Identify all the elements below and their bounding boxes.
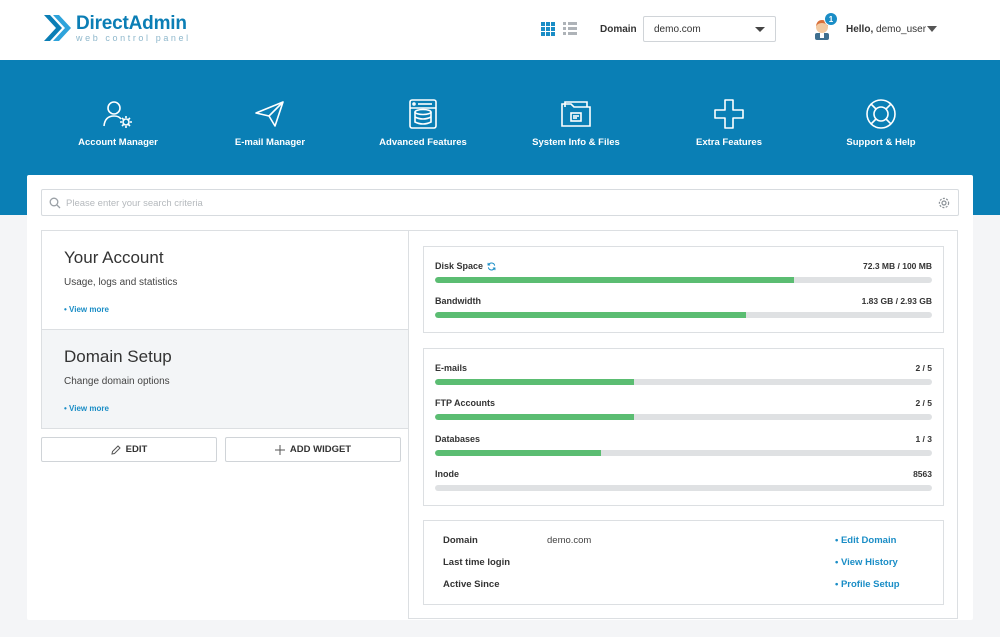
info-key: Last time login (443, 557, 511, 568)
view-history-link[interactable]: • View History (835, 557, 898, 568)
pencil-icon (111, 444, 121, 455)
menu-support-help[interactable]: Support & Help (806, 98, 956, 148)
menu-account-manager[interactable]: Account Manager (43, 98, 193, 148)
add-widget-button-label: ADD WIDGET (289, 444, 352, 455)
search-icon (49, 197, 61, 209)
directadmin-logo-icon (44, 15, 71, 41)
info-value: demo.com (547, 535, 592, 546)
logo[interactable]: DirectAdmin web control panel (42, 13, 191, 43)
stat-label: FTP Accounts (435, 398, 496, 408)
chevron-down-icon[interactable] (927, 26, 937, 32)
limits-box: E-mails 2 / 5 FTP Accounts 2 / 5 Databas… (423, 348, 944, 506)
notification-badge[interactable]: 1 (824, 12, 838, 26)
usage-box: Disk Space 72.3 MB / 100 MB Bandwidth 1.… (423, 246, 944, 333)
top-bar: DirectAdmin web control panel Domain dem… (0, 0, 1000, 60)
stat-value: 1 / 3 (915, 434, 932, 444)
refresh-icon[interactable] (487, 262, 496, 271)
progress-bar (435, 414, 932, 420)
progress-fill (435, 379, 634, 385)
stat-label: Bandwidth (435, 296, 481, 306)
domain-select[interactable]: demo.com (643, 16, 776, 42)
brand-title: DirectAdmin (76, 12, 187, 34)
widget-domain-setup[interactable]: Domain Setup Change domain options • Vie… (42, 329, 408, 428)
progress-fill (435, 312, 746, 318)
stat-label: E-mails (435, 363, 468, 373)
user-menu[interactable]: Hello, demo_user (846, 24, 926, 35)
progress-bar (435, 379, 932, 385)
domain-info-box: Domain demo.com • Edit Domain Last time … (423, 520, 944, 605)
stat-value: 8563 (913, 469, 932, 479)
stat-value: 2 / 5 (915, 398, 932, 408)
progress-fill (435, 277, 795, 283)
menu-extra-features[interactable]: Extra Features (654, 98, 804, 148)
widget-subtitle: Usage, logs and statistics (64, 277, 178, 288)
edit-button-label: EDIT (125, 444, 148, 455)
search-input[interactable] (66, 194, 926, 212)
info-key: Active Since (443, 579, 500, 590)
menu-system-info-files[interactable]: System Info & Files (501, 98, 651, 148)
add-widget-button[interactable]: ADD WIDGET (225, 437, 401, 462)
grid-view-icon[interactable] (541, 22, 555, 36)
account-manager-icon (103, 101, 132, 128)
view-more-link[interactable]: • View more (64, 404, 109, 413)
dashboard-card: Your Account Usage, logs and statistics … (27, 175, 973, 620)
progress-fill (435, 450, 601, 456)
menu-label: Account Manager (78, 137, 158, 148)
menu-label: Support & Help (846, 137, 916, 148)
widget-your-account[interactable]: Your Account Usage, logs and statistics … (42, 231, 408, 330)
folder-icon (561, 101, 591, 127)
profile-setup-link[interactable]: • Profile Setup (835, 579, 900, 590)
server-icon (409, 99, 437, 129)
menu-label: E-mail Manager (234, 137, 306, 148)
progress-bar (435, 485, 932, 491)
stat-value: 1.83 GB / 2.93 GB (861, 296, 932, 306)
widget-title: Your Account (64, 248, 164, 267)
gear-icon[interactable] (938, 197, 950, 209)
progress-bar (435, 277, 932, 283)
search-bar[interactable] (41, 189, 959, 216)
widgets-panel: Your Account Usage, logs and statistics … (41, 230, 409, 429)
plus-icon (274, 444, 285, 455)
info-key: Domain (443, 535, 478, 546)
lifebuoy-icon (866, 99, 896, 129)
stats-panel: Disk Space 72.3 MB / 100 MB Bandwidth 1.… (408, 230, 958, 619)
plus-icon (714, 99, 744, 129)
widget-title: Domain Setup (64, 347, 172, 366)
greeting: Hello, (846, 24, 874, 35)
widget-subtitle: Change domain options (64, 376, 170, 387)
menu-label: System Info & Files (532, 137, 620, 148)
chevron-down-icon (755, 27, 765, 32)
stat-label: Inode (435, 469, 459, 479)
progress-bar (435, 312, 932, 318)
stat-label: Disk Space (435, 261, 484, 271)
list-view-icon[interactable] (563, 22, 577, 36)
brand-subtitle: web control panel (76, 32, 191, 43)
menu-label: Advanced Features (379, 137, 467, 148)
domain-select-value: demo.com (654, 24, 701, 35)
username: demo_user (876, 24, 927, 35)
progress-fill (435, 414, 634, 420)
menu-advanced-features[interactable]: Advanced Features (348, 98, 498, 148)
stat-value: 2 / 5 (915, 363, 932, 373)
stat-value: 72.3 MB / 100 MB (863, 261, 932, 271)
edit-domain-link[interactable]: • Edit Domain (835, 535, 896, 546)
edit-button[interactable]: EDIT (41, 437, 217, 462)
progress-bar (435, 450, 932, 456)
paper-plane-icon (255, 101, 284, 127)
menu-label: Extra Features (695, 137, 762, 148)
view-more-link[interactable]: • View more (64, 305, 109, 314)
stat-label: Databases (435, 434, 481, 444)
menu-email-manager[interactable]: E-mail Manager (195, 98, 345, 148)
domain-label: Domain (600, 24, 637, 35)
